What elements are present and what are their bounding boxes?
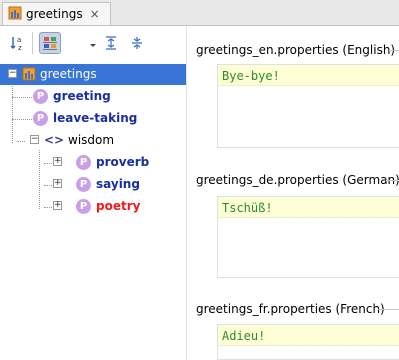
expand-toggle[interactable]: + xyxy=(53,201,62,210)
sort-alphabetically-button[interactable]: a z xyxy=(7,32,29,54)
tree-item-greeting[interactable]: P greeting xyxy=(0,86,186,107)
tree-item-proverb[interactable]: + P proverb xyxy=(0,152,186,173)
tree-item-saying[interactable]: + P saying xyxy=(0,174,186,195)
locale-header-fr: greetings_fr.properties (French) xyxy=(196,302,385,316)
value-text: Bye-bye! xyxy=(222,69,280,83)
expand-all-button[interactable] xyxy=(100,32,122,54)
tree-item-label: greeting xyxy=(53,89,111,103)
svg-text:a: a xyxy=(17,36,21,44)
expand-toggle[interactable]: + xyxy=(53,179,62,188)
editor-tab-bar: greetings × xyxy=(0,0,399,26)
toolbar-separator xyxy=(32,32,33,54)
tree-item-label: wisdom xyxy=(68,133,115,147)
tree-item-label: leave-taking xyxy=(53,111,138,125)
resource-bundle-icon xyxy=(8,6,22,23)
value-editor-en[interactable]: Bye-bye! xyxy=(217,64,399,148)
header-divider xyxy=(389,50,399,51)
locale-header-de: greetings_de.properties (German) xyxy=(196,173,399,187)
tree-item-label: saying xyxy=(96,177,140,191)
structure-toolbar: a z xyxy=(0,26,186,62)
collapse-toggle[interactable]: − xyxy=(30,135,39,144)
value-text: Adieu! xyxy=(222,329,266,343)
tab-label: greetings xyxy=(26,7,83,21)
tree-item-leave-taking[interactable]: P leave-taking xyxy=(0,108,186,129)
group-icon: <> xyxy=(44,133,65,147)
close-tab-icon[interactable]: × xyxy=(90,7,100,21)
tree-item-wisdom[interactable]: − <> wisdom xyxy=(0,130,186,151)
grouping-icon xyxy=(43,37,57,50)
header-divider xyxy=(386,180,399,181)
value-editor-fr[interactable]: Adieu! xyxy=(217,324,399,360)
tree-item-greetings[interactable]: − greetings xyxy=(0,64,186,85)
property-icon: P xyxy=(33,89,48,104)
property-icon: P xyxy=(76,155,91,170)
tree-item-label: proverb xyxy=(96,155,150,169)
property-icon: P xyxy=(33,111,48,126)
value-text: Tschüß! xyxy=(222,201,273,215)
svg-text:z: z xyxy=(18,44,22,52)
collapse-all-button[interactable] xyxy=(126,32,148,54)
expand-all-icon xyxy=(106,36,116,50)
property-icon: P xyxy=(76,177,91,192)
locale-header-en: greetings_en.properties (English) xyxy=(196,43,396,57)
structure-panel: a z − greetings P greeting P leave-takin… xyxy=(0,26,187,360)
expand-toggle[interactable]: + xyxy=(53,157,62,166)
header-divider xyxy=(378,309,399,310)
tab-greetings[interactable]: greetings × xyxy=(2,2,111,25)
values-panel: greetings_en.properties (English) Bye-by… xyxy=(187,26,399,360)
group-by-resource-button[interactable] xyxy=(39,32,61,54)
dropdown-arrow-icon xyxy=(90,44,96,47)
tree-item-label: poetry xyxy=(96,199,141,213)
value-editor-de[interactable]: Tschüß! xyxy=(217,196,399,278)
collapse-toggle[interactable]: − xyxy=(8,69,17,78)
collapse-all-icon xyxy=(132,37,142,49)
resource-bundle-icon xyxy=(22,67,36,84)
tree-item-poetry[interactable]: + P poetry xyxy=(0,196,186,217)
sort-az-icon: a z xyxy=(10,36,22,52)
property-icon: P xyxy=(76,199,91,214)
tree-item-label: greetings xyxy=(40,67,97,81)
